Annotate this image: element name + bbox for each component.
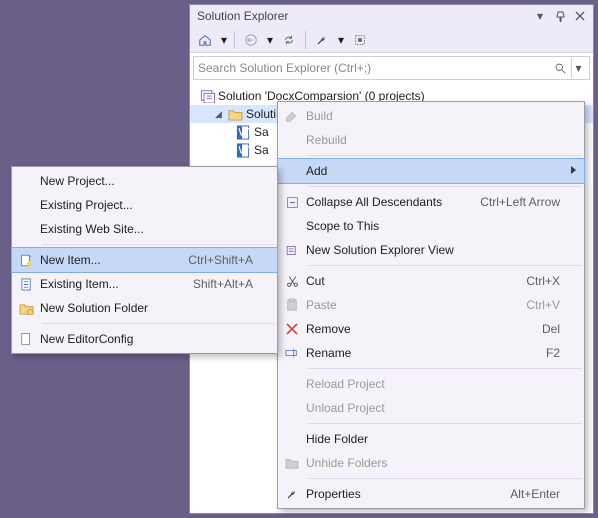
- word-doc-icon: W: [235, 142, 251, 158]
- menu-item-unload[interactable]: Unload Project: [278, 396, 584, 420]
- menu-item-existing-project[interactable]: Existing Project...: [12, 193, 277, 217]
- menu-item-new-project[interactable]: New Project...: [12, 169, 277, 193]
- collapse-icon: [278, 196, 306, 209]
- pin-icon[interactable]: [552, 8, 568, 24]
- menu-item-rename[interactable]: RenameF2: [278, 341, 584, 365]
- home-split-icon[interactable]: ▾: [219, 29, 229, 51]
- home-icon[interactable]: [194, 29, 216, 51]
- panel-titlebar: Solution Explorer ▾: [190, 5, 593, 27]
- menu-item-properties[interactable]: PropertiesAlt+Enter: [278, 482, 584, 506]
- tree-label: Sa: [254, 125, 269, 139]
- word-doc-icon: W: [235, 124, 251, 140]
- existing-item-icon: [12, 277, 40, 292]
- menu-item-build[interactable]: Build: [278, 104, 584, 128]
- menu-item-new-item[interactable]: New Item...Ctrl+Shift+A: [12, 248, 277, 272]
- menu-item-rebuild[interactable]: Rebuild: [278, 128, 584, 152]
- new-folder-icon: [12, 302, 40, 315]
- sync-icon[interactable]: [278, 29, 300, 51]
- file-icon: [12, 332, 40, 347]
- menu-item-add[interactable]: Add: [278, 159, 584, 183]
- menu-item-new-view[interactable]: New Solution Explorer View: [278, 238, 584, 262]
- cut-icon: [278, 275, 306, 288]
- menu-item-remove[interactable]: RemoveDel: [278, 317, 584, 341]
- new-view-icon: [278, 244, 306, 257]
- wrench-icon[interactable]: [311, 29, 333, 51]
- expander-open-icon[interactable]: ◢: [213, 109, 224, 120]
- showall-icon[interactable]: [349, 29, 371, 51]
- rename-icon: [278, 347, 306, 359]
- menu-item-reload[interactable]: Reload Project: [278, 372, 584, 396]
- search-icon[interactable]: [554, 62, 567, 75]
- panel-toolbar: ▾ ▾ ▾: [190, 27, 593, 53]
- remove-icon: [278, 323, 306, 335]
- back-icon[interactable]: [240, 29, 262, 51]
- wrench-icon: [278, 487, 306, 501]
- panel-title: Solution Explorer: [195, 9, 528, 23]
- solution-icon: [199, 88, 215, 104]
- menu-item-paste[interactable]: PasteCtrl+V: [278, 293, 584, 317]
- context-menu-main: Build Rebuild Add Collapse All Descendan…: [277, 101, 585, 509]
- menu-item-hide-folder[interactable]: Hide Folder: [278, 427, 584, 451]
- close-icon[interactable]: [572, 8, 588, 24]
- menu-item-new-solution-folder[interactable]: New Solution Folder: [12, 296, 277, 320]
- context-menu-add: New Project... Existing Project... Exist…: [11, 166, 278, 354]
- search-input[interactable]: [198, 61, 554, 75]
- search-box[interactable]: ▾: [193, 56, 590, 80]
- menu-item-existing-website[interactable]: Existing Web Site...: [12, 217, 277, 241]
- back-split-icon[interactable]: ▾: [265, 29, 275, 51]
- search-dropdown-icon[interactable]: ▾: [571, 58, 585, 78]
- paste-icon: [278, 298, 306, 312]
- svg-text:W: W: [238, 144, 249, 156]
- menu-item-new-editorconfig[interactable]: New EditorConfig: [12, 327, 277, 351]
- tree-label: Soluti: [246, 107, 276, 121]
- svg-text:W: W: [238, 126, 249, 138]
- folder-icon: [278, 457, 306, 469]
- menu-item-existing-item[interactable]: Existing Item...Shift+Alt+A: [12, 272, 277, 296]
- submenu-arrow-icon: [571, 166, 576, 174]
- wrench-split-icon[interactable]: ▾: [336, 29, 346, 51]
- menu-item-collapse[interactable]: Collapse All DescendantsCtrl+Left Arrow: [278, 190, 584, 214]
- menu-item-cut[interactable]: CutCtrl+X: [278, 269, 584, 293]
- menu-item-scope[interactable]: Scope to This: [278, 214, 584, 238]
- folder-icon: [227, 106, 243, 122]
- tree-label: Sa: [254, 143, 269, 157]
- dropdown-icon[interactable]: ▾: [532, 8, 548, 24]
- menu-item-unhide[interactable]: Unhide Folders: [278, 451, 584, 475]
- new-item-icon: [12, 253, 40, 268]
